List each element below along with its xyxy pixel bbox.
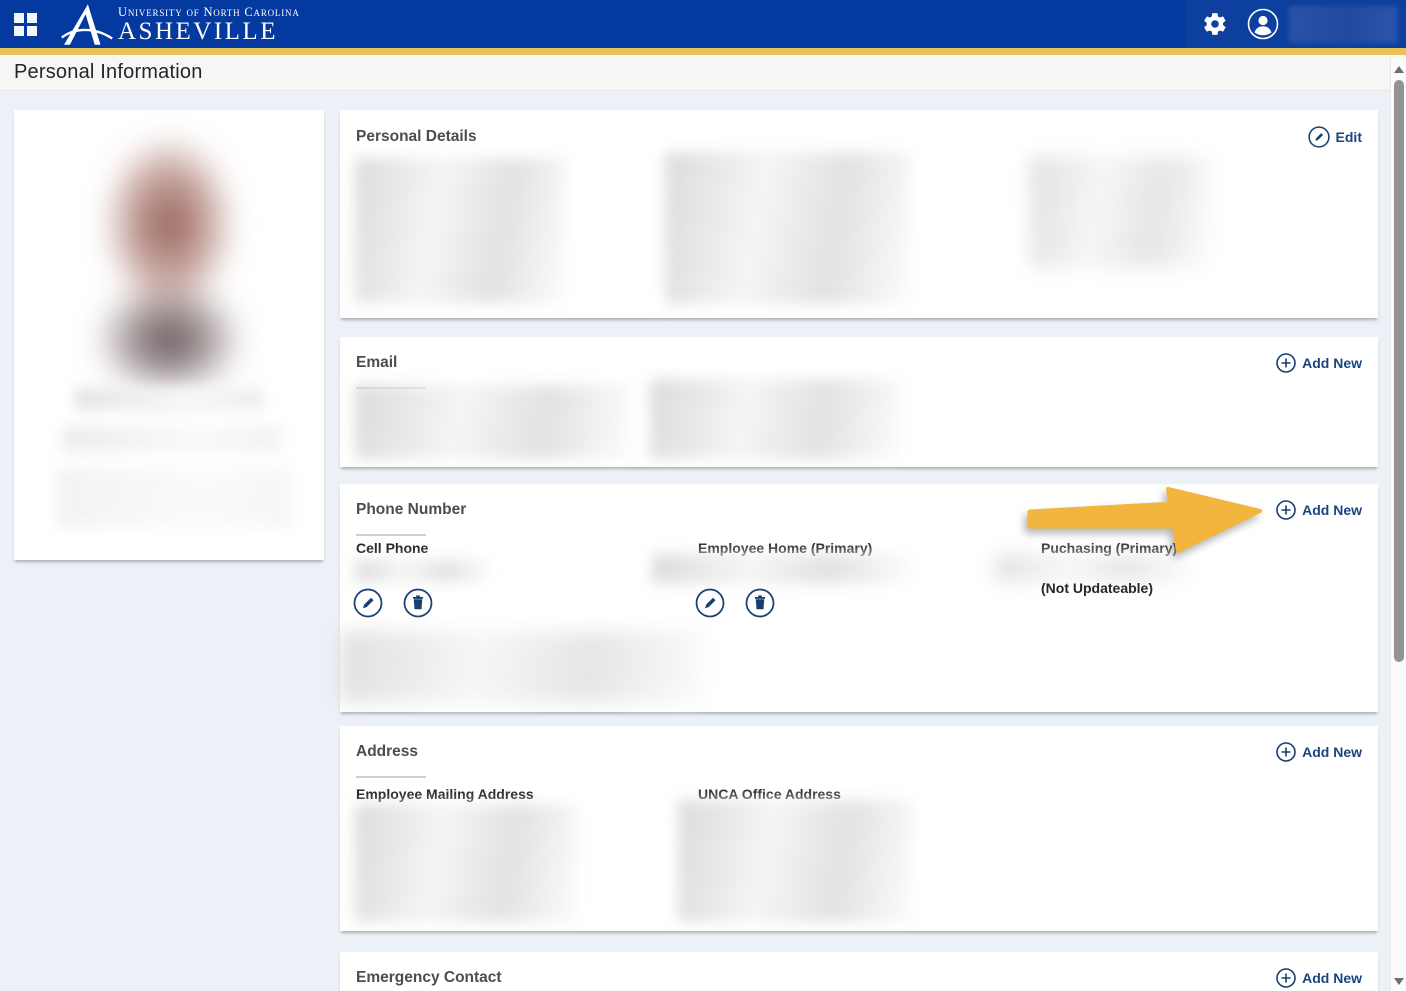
phone-entry-label: Cell Phone [356, 540, 428, 556]
redacted-phone-value [355, 560, 490, 582]
plus-circle-icon [1276, 968, 1296, 988]
gold-accent-stripe [0, 48, 1406, 55]
add-new-email-button[interactable]: Add New [1276, 353, 1362, 373]
scrollbar-thumb[interactable] [1394, 80, 1404, 662]
profile-text-redacted [56, 468, 292, 528]
add-new-emergency-contact-button[interactable]: Add New [1276, 968, 1362, 988]
trash-icon [745, 588, 775, 618]
emergency-contact-title: Emergency Contact [356, 969, 502, 987]
profile-text-redacted [62, 426, 282, 452]
redacted-email [355, 385, 630, 459]
trash-icon [403, 588, 433, 618]
phone-number-card: Phone Number Add New Cell Phone [340, 484, 1378, 712]
personal-details-title: Personal Details [356, 128, 477, 146]
section-divider [356, 534, 426, 536]
plus-circle-icon [1276, 353, 1296, 373]
delete-cell-phone-button[interactable] [403, 588, 433, 618]
redacted-address [355, 804, 577, 922]
address-entry-label: Employee Mailing Address [356, 786, 534, 802]
unca-a-mark-icon [60, 2, 114, 48]
settings-gear-icon[interactable] [1202, 11, 1228, 37]
redacted-field [355, 158, 565, 303]
content-area: Personal Details Edit Email [0, 91, 1406, 991]
redacted-field [665, 152, 910, 304]
topbar-user-panel [1185, 0, 1406, 48]
scroll-down-arrow-icon[interactable] [1394, 978, 1404, 985]
redacted-block [340, 631, 706, 703]
logo-line2: ASHEVILLE [118, 19, 300, 44]
redacted-phone-value [652, 554, 910, 584]
scroll-up-arrow-icon[interactable] [1394, 66, 1404, 73]
edit-pencil-icon [1308, 126, 1330, 148]
edit-pencil-icon [353, 588, 383, 618]
redacted-email [650, 379, 900, 459]
edit-home-phone-button[interactable] [695, 588, 725, 618]
plus-circle-icon [1276, 742, 1296, 762]
unca-logo[interactable]: University of North Carolina ASHEVILLE [60, 2, 300, 48]
profile-photo-card [14, 110, 324, 560]
address-title: Address [356, 743, 418, 761]
app-menu-icon[interactable] [14, 13, 38, 37]
user-name-redacted [1289, 6, 1397, 43]
logo-line1: University of North Carolina [118, 6, 300, 19]
edit-cell-phone-button[interactable] [353, 588, 383, 618]
personal-details-card: Personal Details Edit [340, 110, 1378, 318]
phone-number-title: Phone Number [356, 501, 466, 519]
personal-information-page: University of North Carolina ASHEVILLE P [0, 0, 1406, 991]
top-navigation-bar: University of North Carolina ASHEVILLE [0, 0, 1406, 48]
add-new-address-button[interactable]: Add New [1276, 742, 1362, 762]
not-updateable-note: (Not Updateable) [1041, 580, 1153, 596]
redacted-phone-value [995, 554, 1190, 582]
profile-user-icon[interactable] [1247, 8, 1279, 40]
edit-pencil-icon [695, 588, 725, 618]
page-title-bar: Personal Information [0, 55, 1406, 91]
email-card: Email Add New [340, 337, 1378, 467]
vertical-scrollbar[interactable] [1390, 58, 1406, 991]
page-title: Personal Information [14, 61, 203, 84]
delete-home-phone-button[interactable] [745, 588, 775, 618]
profile-text-redacted [74, 388, 264, 410]
add-new-phone-button[interactable]: Add New [1276, 500, 1362, 520]
redacted-field [1030, 156, 1210, 268]
edit-personal-details-button[interactable]: Edit [1308, 126, 1362, 148]
section-divider [356, 776, 426, 778]
plus-circle-icon [1276, 500, 1296, 520]
emergency-contact-card: Emergency Contact Add New [340, 952, 1378, 991]
email-title: Email [356, 354, 397, 372]
address-card: Address Add New Employee Mailing Address… [340, 726, 1378, 931]
redacted-address [678, 800, 912, 922]
